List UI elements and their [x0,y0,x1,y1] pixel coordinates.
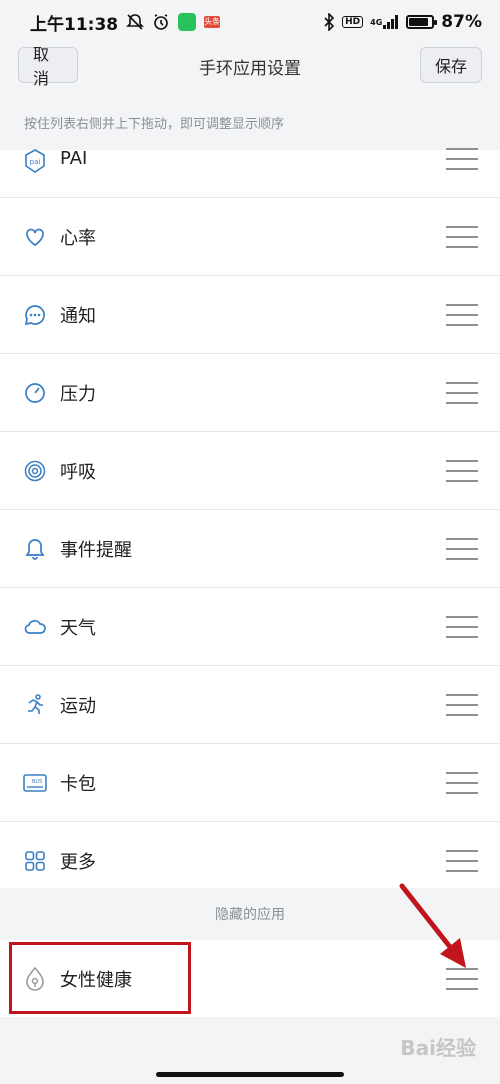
drag-handle[interactable] [446,693,478,716]
page-title: 手环应用设置 [199,58,301,79]
chat-bubble-icon [22,302,48,328]
status-time: 上午11:38 [30,14,119,35]
list-item[interactable]: 运动 [0,666,500,744]
drag-handle[interactable] [446,225,478,248]
list-item[interactable]: 事件提醒 [0,510,500,588]
hd-icon: HD [342,16,364,28]
signal-icon: 4G [370,15,399,29]
pai-icon: pai [22,148,48,174]
list-item[interactable]: pai PAI [0,148,500,198]
running-icon [22,692,48,718]
cloud-icon [22,614,48,640]
list-item-label: PAI [60,148,88,169]
watermark: Bai经验 [400,1036,476,1060]
list-item-label: 运动 [60,695,96,717]
app-list: pai PAI 心率 通知 压力 呼吸 事件提醒 天气 运动 BUS 卡包 更多 [0,148,500,900]
cancel-button[interactable]: 取消 [18,45,78,88]
list-item[interactable]: 心率 [0,198,500,276]
drag-handle[interactable] [446,615,478,638]
list-item-label: 心率 [60,227,96,249]
bus-card-icon: BUS [22,770,48,796]
list-item[interactable]: 天气 [0,588,500,666]
list-item-label: 压力 [60,383,96,405]
heart-icon [22,224,48,250]
battery-icon [406,15,438,29]
list-item-label: 事件提醒 [60,539,132,561]
breath-rings-icon [22,458,48,484]
news-badge-icon: 头条 [204,16,221,28]
list-item-label: 更多 [60,851,96,873]
drag-handle[interactable] [446,537,478,560]
muted-bell-icon [126,13,145,31]
alarm-clock-icon [152,13,170,31]
reorder-hint: 按住列表右侧并上下拖动，即可调整显示顺序 [0,94,500,150]
list-item[interactable]: 通知 [0,276,500,354]
grid-icon [22,848,48,874]
drag-handle[interactable] [446,771,478,794]
drag-handle[interactable] [446,849,478,872]
svg-text:BUS: BUS [32,779,42,785]
bell-icon [22,536,48,562]
save-button[interactable]: 保存 [420,47,482,83]
list-item-label: 通知 [60,305,96,327]
drag-handle[interactable] [446,459,478,482]
nav-bar: 取消 手环应用设置 保存 [0,44,500,94]
list-item-label: 呼吸 [60,461,96,483]
list-item-label: 天气 [60,617,96,639]
female-health-icon [22,966,48,992]
wechat-icon [178,13,197,31]
gauge-icon [22,380,48,406]
bluetooth-icon [323,13,335,31]
svg-text:pai: pai [30,158,41,166]
hidden-item-label: 女性健康 [60,969,132,991]
status-bar: 上午11:38 头条 HD 4G 87% [0,0,500,44]
drag-handle[interactable] [446,303,478,326]
annotation-arrow-icon [399,883,466,968]
drag-handle[interactable] [446,148,478,170]
list-item[interactable]: BUS 卡包 [0,744,500,822]
drag-handle[interactable] [446,381,478,404]
list-item-label: 卡包 [60,773,96,795]
home-indicator [156,1072,344,1077]
list-item[interactable]: 呼吸 [0,432,500,510]
battery-percent: 87% [441,12,482,32]
list-item[interactable]: 压力 [0,354,500,432]
